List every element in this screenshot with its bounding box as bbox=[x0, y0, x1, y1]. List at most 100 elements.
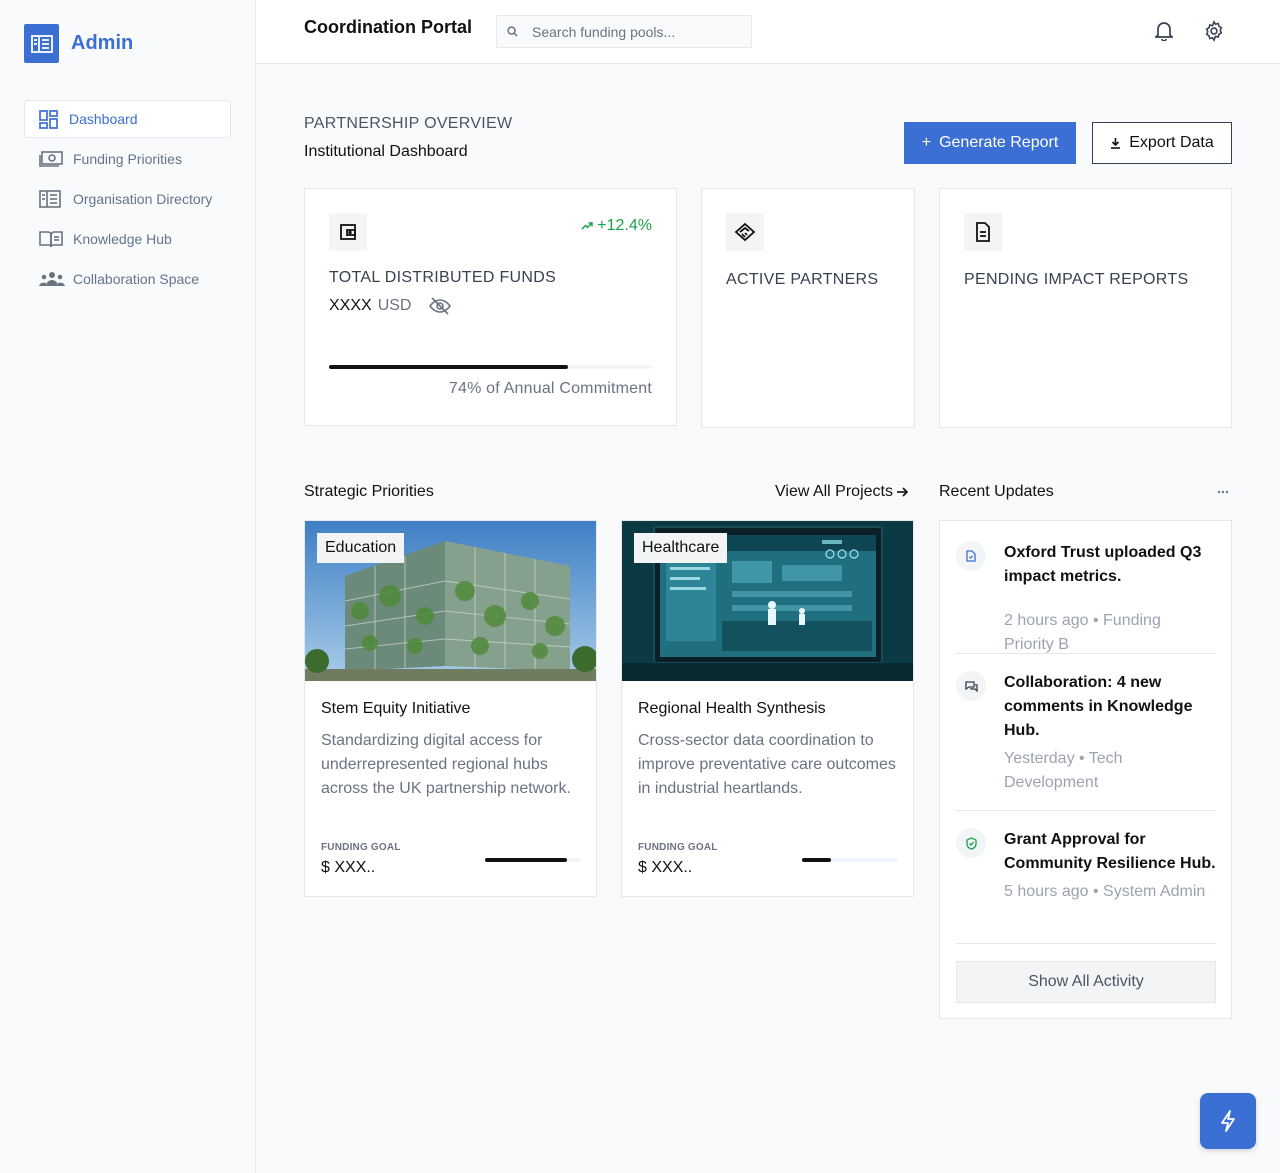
book-icon bbox=[39, 230, 65, 248]
sidebar-item-dashboard[interactable]: Dashboard bbox=[24, 100, 231, 138]
bell-icon bbox=[1155, 21, 1173, 41]
update-title: Grant Approval for Community Resilience … bbox=[1004, 831, 1216, 872]
update-item[interactable]: Grant Approval for Community Resilience … bbox=[956, 828, 1216, 938]
category-tag: Education bbox=[317, 533, 405, 563]
funding-goal-value: $ XXX.. bbox=[321, 859, 376, 876]
sidebar-nav: Dashboard Funding Priorities Organisatio… bbox=[24, 100, 231, 300]
document-icon bbox=[964, 213, 1002, 251]
sidebar-item-knowledge-hub[interactable]: Knowledge Hub bbox=[24, 220, 231, 258]
recent-updates-card: Oxford Trust uploaded Q3 impact metrics.… bbox=[939, 520, 1232, 1019]
sidebar-item-label: Knowledge Hub bbox=[73, 231, 172, 247]
update-title: Collaboration: 4 new comments in Knowled… bbox=[1004, 674, 1193, 739]
divider bbox=[956, 943, 1216, 944]
building-icon bbox=[24, 24, 59, 63]
shield-check-icon bbox=[956, 828, 986, 858]
funds-progress-bar bbox=[329, 365, 652, 369]
funding-goal-label: FUNDING GOAL bbox=[638, 842, 718, 853]
export-data-button[interactable]: Export Data bbox=[1092, 122, 1232, 164]
update-title: Oxford Trust uploaded Q3 impact metrics. bbox=[1004, 544, 1202, 585]
sidebar-item-funding-priorities[interactable]: Funding Priorities bbox=[24, 140, 231, 178]
divider bbox=[956, 810, 1216, 811]
funding-progress-bar bbox=[485, 858, 581, 862]
stat-label: PENDING IMPACT REPORTS bbox=[964, 271, 1189, 288]
search-input[interactable] bbox=[532, 23, 742, 40]
brand[interactable]: Admin bbox=[24, 24, 133, 63]
funding-progress-fill bbox=[802, 858, 831, 862]
update-context: System Admin bbox=[1103, 883, 1206, 900]
document-icon bbox=[956, 541, 986, 571]
view-all-projects-link[interactable]: View All Projects bbox=[775, 483, 908, 501]
dashboard-icon bbox=[39, 109, 61, 129]
trend-indicator: +12.4% bbox=[581, 217, 652, 235]
update-time: 2 hours ago bbox=[1004, 612, 1089, 629]
more-horizontal-icon bbox=[1217, 490, 1229, 494]
stat-label: ACTIVE PARTNERS bbox=[726, 271, 879, 288]
project-title: Regional Health Synthesis bbox=[638, 700, 826, 717]
funding-progress-fill bbox=[485, 858, 567, 862]
recent-updates-title: Recent Updates bbox=[939, 483, 1054, 500]
funding-goal-label: FUNDING GOAL bbox=[321, 842, 401, 853]
generate-report-button[interactable]: + Generate Report bbox=[904, 122, 1076, 164]
sidebar-item-collaboration-space[interactable]: Collaboration Space bbox=[24, 260, 231, 298]
generate-report-label: Generate Report bbox=[939, 134, 1059, 151]
section-eyebrow: PARTNERSHIP OVERVIEW bbox=[304, 115, 513, 132]
show-all-activity-button[interactable]: Show All Activity bbox=[956, 961, 1216, 1003]
sidebar-item-label: Funding Priorities bbox=[73, 151, 182, 167]
sidebar: Admin Dashboard Funding Priorities Organ… bbox=[0, 0, 256, 1173]
settings-button[interactable] bbox=[1202, 19, 1226, 43]
export-data-label: Export Data bbox=[1129, 134, 1214, 151]
amount-value: XXXX bbox=[329, 297, 372, 314]
project-card-education[interactable]: Education Stem Equity Initiative Standar… bbox=[304, 520, 597, 897]
top-header: Coordination Portal bbox=[256, 0, 1280, 64]
funds-amount: XXXX USD bbox=[329, 297, 452, 315]
lightning-icon bbox=[1220, 1110, 1236, 1132]
wallet-icon bbox=[329, 213, 367, 251]
strategic-priorities-title: Strategic Priorities bbox=[304, 483, 434, 500]
funding-goal-value: $ XXX.. bbox=[638, 859, 693, 876]
handshake-icon bbox=[726, 213, 764, 251]
category-tag: Healthcare bbox=[634, 533, 728, 563]
quick-action-button[interactable] bbox=[1200, 1093, 1256, 1149]
eye-off-icon[interactable] bbox=[429, 297, 452, 315]
download-icon bbox=[1110, 137, 1121, 149]
plus-icon: + bbox=[921, 134, 932, 151]
money-icon bbox=[39, 150, 65, 168]
update-item[interactable]: Oxford Trust uploaded Q3 impact metrics.… bbox=[956, 541, 1216, 653]
update-time: 5 hours ago bbox=[1004, 883, 1089, 900]
search-bar[interactable] bbox=[496, 15, 752, 48]
building-icon bbox=[39, 189, 65, 209]
sidebar-item-label: Dashboard bbox=[69, 111, 138, 127]
commitment-text: 74% of Annual Commitment bbox=[448, 380, 652, 397]
funding-progress-bar bbox=[802, 858, 898, 862]
gear-icon bbox=[1203, 20, 1225, 42]
more-options-button[interactable] bbox=[1212, 484, 1234, 500]
update-meta: 2 hours ago • Funding Priority B bbox=[1004, 612, 1161, 653]
stat-label: TOTAL DISTRIBUTED FUNDS bbox=[329, 269, 557, 286]
chat-icon bbox=[956, 671, 986, 701]
project-title: Stem Equity Initiative bbox=[321, 700, 471, 717]
amount-currency: USD bbox=[377, 297, 412, 314]
people-icon bbox=[39, 271, 65, 287]
sidebar-item-label: Organisation Directory bbox=[73, 191, 213, 207]
trending-up-icon bbox=[581, 222, 594, 230]
update-time: Yesterday bbox=[1004, 750, 1075, 767]
update-meta: 5 hours ago • System Admin bbox=[1004, 883, 1206, 900]
funds-progress-fill bbox=[329, 365, 569, 369]
project-card-healthcare[interactable]: Healthcare Regional Health Synthesis Cro… bbox=[621, 520, 914, 897]
divider bbox=[956, 653, 1216, 654]
app-title: Coordination Portal bbox=[304, 17, 472, 37]
page-title: Institutional Dashboard bbox=[304, 143, 468, 160]
brand-name: Admin bbox=[71, 32, 134, 54]
arrow-right-icon bbox=[896, 487, 908, 497]
view-all-label: View All Projects bbox=[775, 483, 893, 500]
update-meta: Yesterday • Tech Development bbox=[1004, 750, 1123, 791]
project-description: Cross-sector data coordination to improv… bbox=[638, 732, 896, 797]
sidebar-item-label: Collaboration Space bbox=[73, 271, 200, 287]
project-description: Standardizing digital access for underre… bbox=[321, 732, 571, 797]
trend-value: +12.4% bbox=[597, 217, 652, 234]
total-funds-card: +12.4% TOTAL DISTRIBUTED FUNDS XXXX USD … bbox=[304, 188, 677, 426]
update-item[interactable]: Collaboration: 4 new comments in Knowled… bbox=[956, 671, 1216, 806]
sidebar-item-organisation-directory[interactable]: Organisation Directory bbox=[24, 180, 231, 218]
notifications-button[interactable] bbox=[1152, 19, 1176, 43]
pending-reports-card: PENDING IMPACT REPORTS bbox=[939, 188, 1232, 428]
